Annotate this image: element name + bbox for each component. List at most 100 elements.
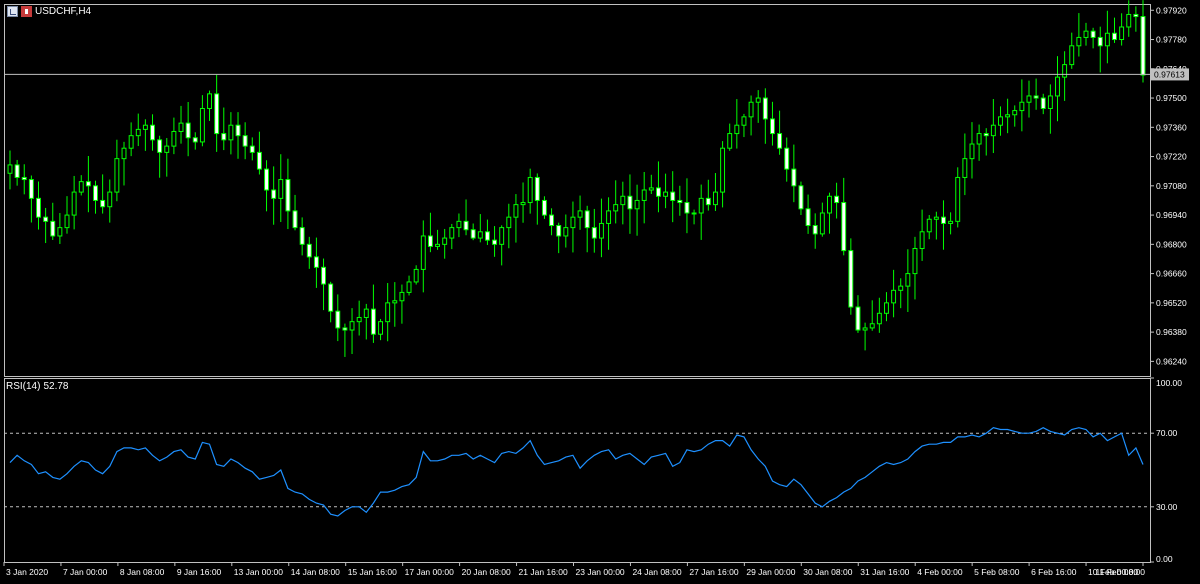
candle-body [100,199,106,208]
candle-body [941,216,946,224]
candle-body [627,195,633,210]
chart-canvas[interactable]: 0.979200.977800.976400.975000.973600.972… [0,0,1200,584]
time-axis-label: 4 Feb 00:00 [917,567,963,577]
candle-body [955,176,961,222]
candle-body [670,191,676,201]
candle-body [1005,114,1011,118]
candle-body [1055,76,1060,97]
candle-body [570,216,576,229]
candle-body [948,220,954,224]
candle-body [1012,110,1018,116]
candle-body [449,227,455,239]
candle-body [755,97,761,103]
candle-body [691,212,697,215]
candle-body [363,308,369,318]
time-axis-label: 5 Feb 08:00 [974,567,1020,577]
price-axis-label: 0.96520 [1156,298,1187,308]
candle-body [1026,95,1032,103]
candle-body [128,135,134,149]
candle-body [1047,95,1053,109]
candle-body [313,256,319,268]
candle-body [549,214,555,227]
candle-body [242,135,248,147]
candle-body [207,93,212,109]
candle-body [1040,97,1046,109]
candle-body [71,191,77,216]
candles-group [7,0,1146,357]
candle-body [905,273,911,287]
candle-body [356,316,362,323]
candle-body [477,231,483,239]
candle-body [235,124,241,137]
candle-body [869,323,875,329]
candle-body [427,235,433,247]
candle-body [769,118,775,135]
candle-body [841,202,847,252]
candle-body [1033,95,1039,99]
candle-body [891,289,897,304]
candle-body [919,231,925,250]
candle-body [834,195,840,204]
candle-body [698,197,704,214]
candle-body [328,283,334,312]
candle-body [655,187,661,197]
candle-body [420,235,426,270]
candle-body [271,189,277,199]
candle-body [990,124,996,137]
price-axis-label: 0.96940 [1156,210,1187,220]
time-axis-label: 30 Jan 08:00 [803,567,852,577]
candle-body [121,147,127,160]
candle-body [848,250,854,308]
candle-body [249,145,255,153]
candle-body [278,179,284,199]
rsi-axis-label: 100.00 [1156,378,1182,388]
candle-body [1083,30,1089,38]
candle-body [292,210,298,229]
chart-window-icon[interactable] [7,6,18,17]
candle-body [484,231,490,241]
candle-body [1019,101,1025,112]
candle-body [720,147,726,193]
price-axis-label: 0.96660 [1156,269,1187,279]
time-axis-label: 23 Jan 00:00 [576,567,625,577]
candle-body [114,158,120,193]
candle-body [506,216,512,229]
candle-body [591,227,597,239]
candle-body [1112,32,1117,41]
candle-body [93,185,98,201]
candle-body [798,185,804,210]
candle-body [527,176,533,204]
time-axis-label: 27 Jan 16:00 [689,567,738,577]
candle-body [342,327,348,331]
candle-body [470,229,476,239]
candle-body [912,248,918,275]
candle-body [805,208,811,227]
candle-body [791,168,797,187]
candle-body [577,210,583,218]
candle-body [1076,36,1082,47]
time-axis-label: 7 Jan 00:00 [63,567,108,577]
candle-body [43,216,49,222]
price-axis-label: 0.97920 [1156,5,1187,15]
candle-body [185,122,191,139]
candle-body [556,225,562,237]
candle-body [406,281,412,293]
candle-body [1097,36,1103,47]
candle-body [399,291,405,302]
time-axis-label: 24 Jan 08:00 [632,567,681,577]
candle-body [499,227,505,245]
time-axis-label: 11 Feb 08:00 [1096,567,1146,577]
candle-body [385,302,391,323]
candle-body [606,210,612,224]
candle-body [228,124,234,141]
candle-body [648,187,654,191]
time-axis-label: 14 Jan 08:00 [291,567,340,577]
candle-body [349,321,355,331]
candle-body [492,239,498,245]
price-axis-label: 0.96800 [1156,239,1187,249]
candle-body [983,133,989,137]
candle-body [1069,45,1075,66]
candle-body [299,227,305,245]
time-axis-label: 13 Jan 00:00 [234,567,283,577]
candle-body [192,137,198,143]
